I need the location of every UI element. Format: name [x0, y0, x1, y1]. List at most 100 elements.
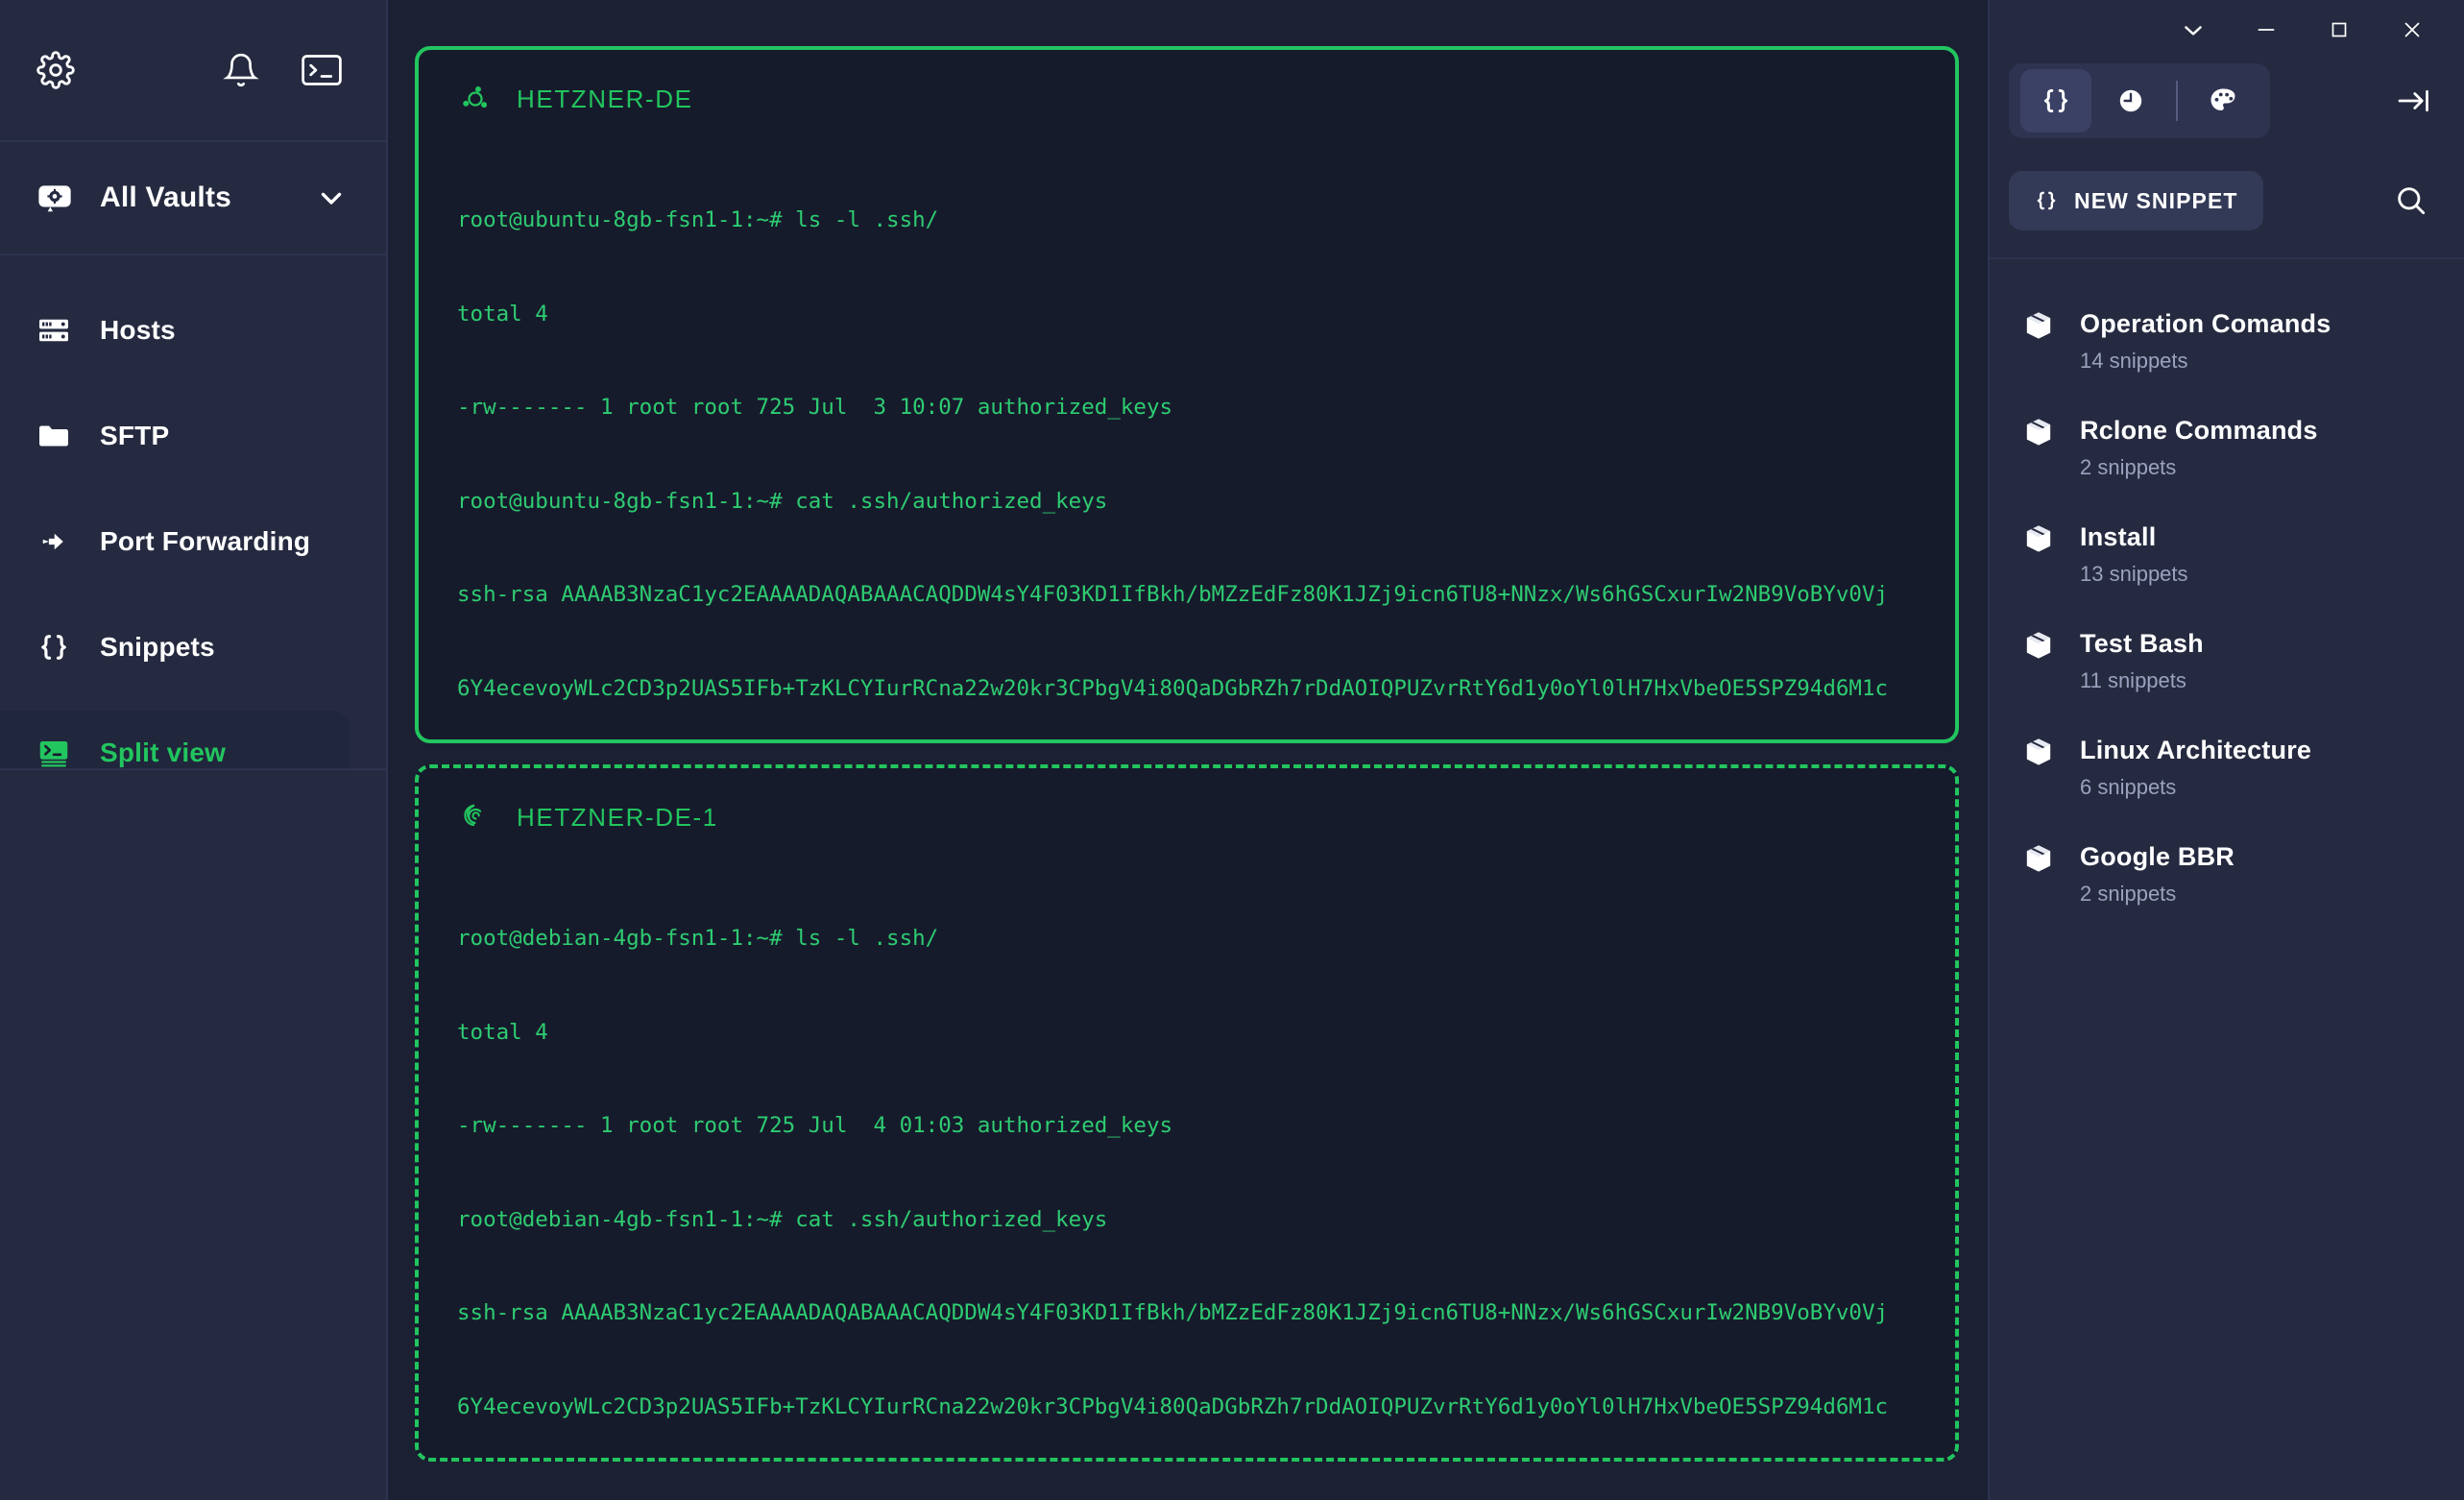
sidebar-item-label: Snippets [100, 632, 215, 662]
terminal-output-2[interactable]: root@debian-4gb-fsn1-1:~# ls -l .ssh/ to… [446, 860, 1928, 1458]
vault-icon [36, 180, 73, 216]
braces-icon [2034, 188, 2059, 213]
terminal-title-1: HETZNER-DE [517, 84, 693, 113]
sidebar-item-port-forwarding[interactable]: Port Forwarding [0, 499, 350, 584]
terminal-line: root@debian-4gb-fsn1-1:~# ls -l .ssh/ [457, 926, 939, 951]
chevron-down-icon[interactable] [315, 181, 348, 214]
snippet-group-count: 13 snippets [2080, 562, 2188, 586]
sidebar-item-label: Split view [100, 738, 227, 767]
vault-label: All Vaults [100, 181, 232, 213]
terminal-icon[interactable] [302, 54, 342, 86]
app-window: All Vaults Hosts SFTP Port Forwarding Sn… [0, 0, 2464, 1500]
snippets-tab[interactable] [2020, 69, 2091, 133]
terminal-panel-1[interactable]: HETZNER-DE root@ubuntu-8gb-fsn1-1:~# ls … [415, 46, 1959, 743]
snippet-group-count: 2 snippets [2080, 882, 2177, 906]
snippet-group-name: Operation Comands [2080, 309, 2331, 338]
vault-selector[interactable]: All Vaults [0, 142, 388, 255]
terminal-line: -rw------- 1 root root 725 Jul 3 10:07 a… [457, 395, 1173, 420]
terminal-line: -rw------- 1 root root 725 Jul 4 01:03 a… [457, 1113, 1173, 1138]
minimize-icon[interactable] [2230, 0, 2303, 60]
terminal-panel-2[interactable]: HETZNER-DE-1 root@debian-4gb-fsn1-1:~# l… [415, 764, 1959, 1462]
maximize-icon[interactable] [2303, 0, 2376, 60]
terminal-line: ssh-rsa AAAAB3NzaC1yc2EAAAADAQABAAACAQDD… [457, 1300, 1889, 1325]
snippet-group-name: Rclone Commands [2080, 416, 2318, 445]
terminal-line: total 4 [457, 301, 548, 327]
snippet-group-texts: Operation Comands 14 snippets [2080, 309, 2331, 374]
new-snippet-button[interactable]: NEW SNIPPET [2009, 171, 2263, 230]
snippet-group-count: 14 snippets [2080, 349, 2188, 373]
terminal-title-2: HETZNER-DE-1 [517, 802, 718, 832]
right-panel-tabs [2009, 63, 2270, 138]
sidebar-toolbar [0, 0, 388, 142]
snippet-group-count: 6 snippets [2080, 775, 2177, 799]
snippet-actions: NEW SNIPPET [1988, 142, 2464, 257]
window-controls [1988, 0, 2464, 60]
terminal-line: root@ubuntu-8gb-fsn1-1:~# ls -l .ssh/ [457, 207, 939, 232]
list-item[interactable]: Operation Comands 14 snippets [1988, 288, 2464, 395]
terminal-line: 6Y4ecevoyWLc2CD3p2UAS5IFb+TzKLCYIurRCna2… [457, 675, 1889, 701]
snippet-group-texts: Rclone Commands 2 snippets [2080, 416, 2318, 480]
package-icon [2022, 629, 2055, 662]
right-panel-toolbar [1988, 60, 2464, 142]
list-item[interactable]: Test Bash 11 snippets [1988, 608, 2464, 714]
theme-tab[interactable] [2187, 69, 2259, 133]
package-icon [2022, 736, 2055, 768]
bell-icon[interactable] [223, 52, 259, 88]
snippet-group-texts: Google BBR 2 snippets [2080, 842, 2235, 907]
server-icon [36, 313, 71, 348]
sidebar-empty-area [0, 770, 388, 1500]
list-item[interactable]: Linux Architecture 6 snippets [1988, 714, 2464, 821]
sidebar-item-label: Hosts [100, 315, 176, 345]
sidebar-item-snippets[interactable]: Snippets [0, 605, 350, 690]
right-panel-edge [1988, 0, 1990, 1500]
package-icon [2022, 522, 2055, 555]
snippet-group-name: Google BBR [2080, 842, 2235, 871]
sidebar-item-label: SFTP [100, 421, 170, 450]
terminal-line: 6Y4ecevoyWLc2CD3p2UAS5IFb+TzKLCYIurRCna2… [457, 1393, 1889, 1419]
terminal-green-icon [36, 736, 71, 770]
sidebar-item-sftp[interactable]: SFTP [0, 394, 350, 478]
snippet-group-texts: Install 13 snippets [2080, 522, 2188, 587]
chevron-down-icon[interactable] [2157, 0, 2230, 60]
right-panel: NEW SNIPPET Operation Comands 14 snippet… [1988, 0, 2464, 1500]
sidebar-item-hosts[interactable]: Hosts [0, 288, 350, 373]
terminal-output-1[interactable]: root@ubuntu-8gb-fsn1-1:~# ls -l .ssh/ to… [446, 142, 1928, 739]
folder-icon [36, 419, 71, 453]
list-item[interactable]: Install 13 snippets [1988, 501, 2464, 608]
snippet-group-name: Test Bash [2080, 629, 2204, 658]
history-tab[interactable] [2095, 69, 2166, 133]
terminal-header-2: HETZNER-DE-1 [446, 791, 1928, 839]
snippet-group-list: Operation Comands 14 snippets Rclone Com… [1988, 259, 2464, 928]
snippet-group-name: Linux Architecture [2080, 736, 2312, 764]
package-icon [2022, 416, 2055, 448]
new-snippet-label: NEW SNIPPET [2074, 187, 2238, 213]
list-item[interactable]: Google BBR 2 snippets [1988, 821, 2464, 928]
terminal-line: root@debian-4gb-fsn1-1:~# cat .ssh/autho… [457, 1206, 1108, 1232]
terminal-line: ssh-rsa AAAAB3NzaC1yc2EAAAADAQABAAACAQDD… [457, 582, 1889, 607]
collapse-right-icon[interactable] [2395, 84, 2433, 118]
terminal-line: root@ubuntu-8gb-fsn1-1:~# cat .ssh/autho… [457, 488, 1108, 514]
list-item[interactable]: Rclone Commands 2 snippets [1988, 395, 2464, 501]
terminal-line: total 4 [457, 1019, 548, 1045]
port-forward-icon [36, 524, 71, 559]
package-icon [2022, 309, 2055, 342]
toolbar-divider [2176, 81, 2178, 121]
braces-icon [36, 630, 71, 665]
terminal-header-1: HETZNER-DE [446, 73, 1928, 121]
left-sidebar: All Vaults Hosts SFTP Port Forwarding Sn… [0, 0, 388, 1500]
snippet-group-name: Install [2080, 522, 2157, 551]
package-icon [2022, 842, 2055, 875]
close-icon[interactable] [2376, 0, 2449, 60]
gear-icon[interactable] [36, 51, 75, 89]
snippet-group-count: 11 snippets [2080, 668, 2186, 692]
snippet-group-count: 2 snippets [2080, 455, 2177, 479]
ubuntu-icon [459, 83, 492, 115]
snippet-group-texts: Test Bash 11 snippets [2080, 629, 2204, 693]
split-view-area: HETZNER-DE root@ubuntu-8gb-fsn1-1:~# ls … [388, 0, 1988, 1500]
search-icon[interactable] [2393, 182, 2429, 219]
snippet-group-texts: Linux Architecture 6 snippets [2080, 736, 2311, 800]
